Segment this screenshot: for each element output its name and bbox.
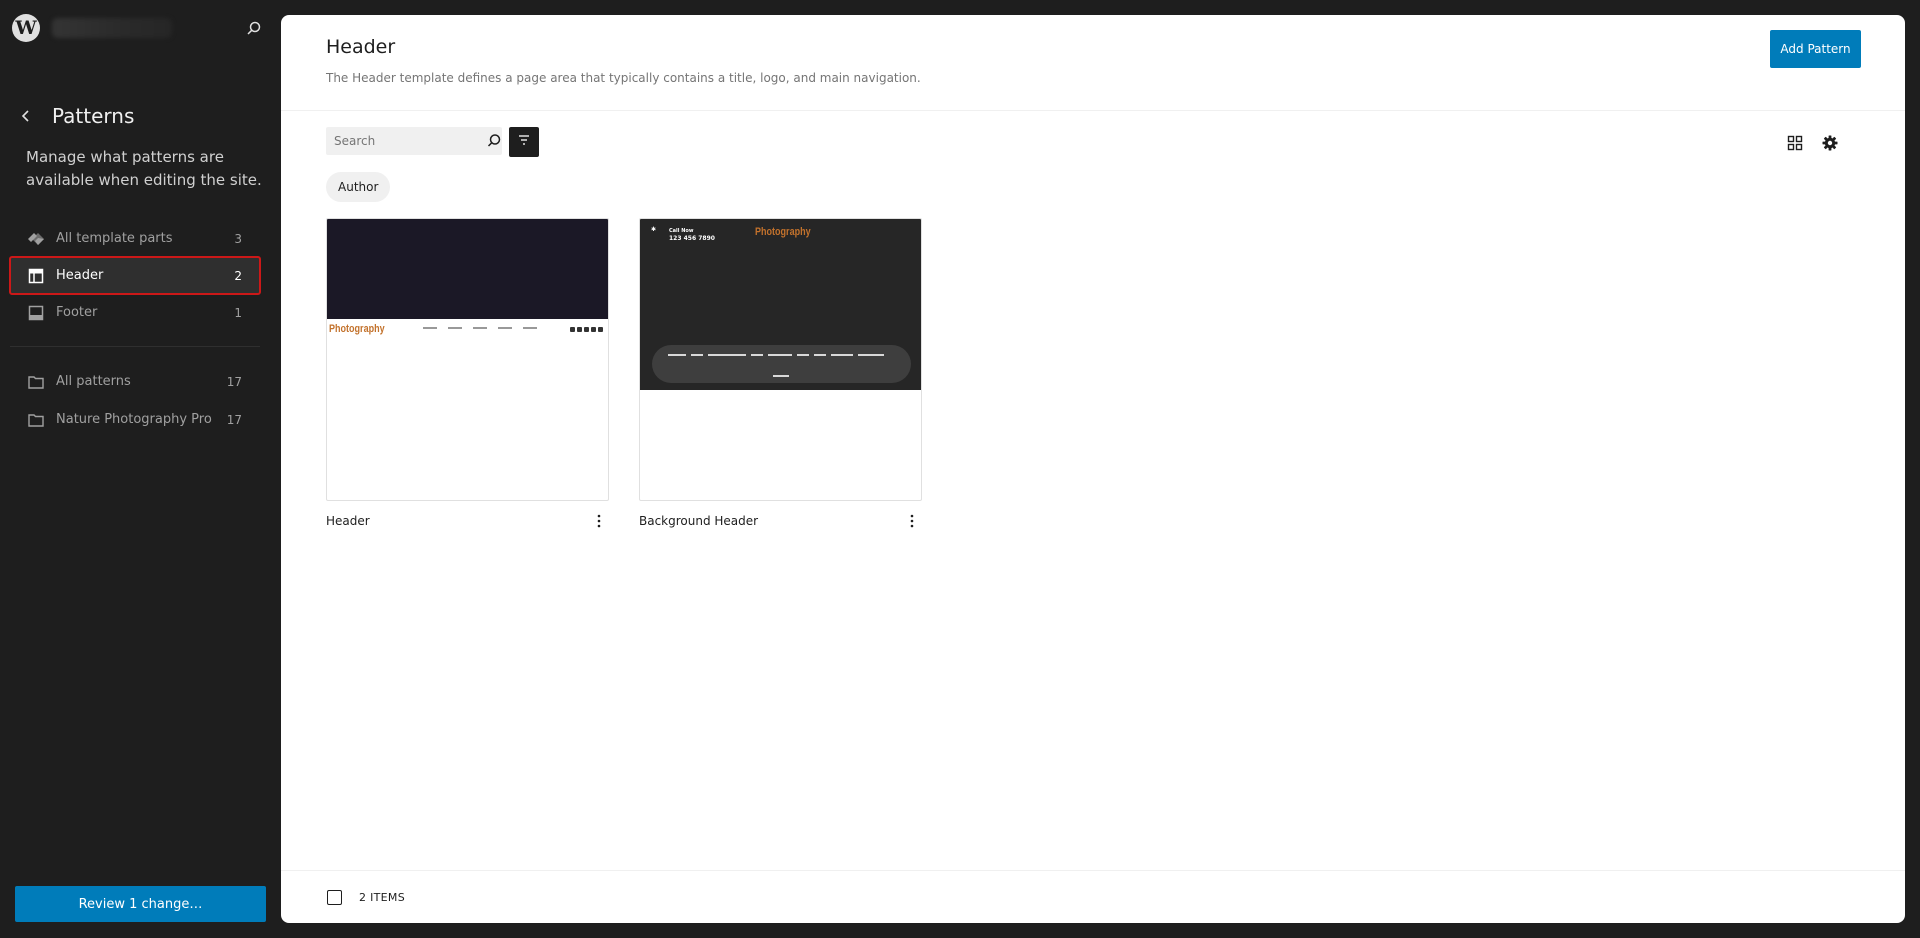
preview-menu-bar: [652, 345, 911, 383]
grid-layout-icon[interactable]: [1783, 131, 1807, 155]
review-changes-button[interactable]: Review 1 change…: [15, 886, 266, 922]
sidebar-item-count: 17: [226, 374, 242, 389]
main-panel: Header The Header template defines a pag…: [281, 15, 1905, 923]
sidebar-item-label: All template parts: [56, 231, 173, 246]
filter-button[interactable]: [509, 127, 539, 157]
select-all-checkbox[interactable]: [327, 890, 342, 905]
pattern-card: ✱ Call Now 123 456 7890 Photography Back…: [639, 218, 922, 531]
sidebar-item-count: 3: [234, 231, 242, 246]
site-name-blurred[interactable]: [52, 18, 172, 38]
folder-icon: [26, 372, 46, 392]
preview-call-text: Call Now: [669, 228, 694, 234]
more-options-icon[interactable]: [902, 511, 922, 531]
sidebar-item-all-template-parts[interactable]: All template parts 3: [10, 220, 260, 257]
author-filter-chip[interactable]: Author: [326, 172, 391, 202]
sidebar-item-all-patterns[interactable]: All patterns 17: [10, 363, 260, 400]
preview-star-icon: ✱: [651, 226, 657, 233]
folder-icon: [26, 410, 46, 430]
nav-divider: [10, 346, 260, 347]
preview-brand-text: Photography: [755, 226, 811, 238]
page-description: The Header template defines a page area …: [326, 71, 921, 85]
categories-nav: All patterns 17 Nature Photography Pro 1…: [10, 363, 260, 438]
template-parts-nav: All template parts 3 Header 2 Footer 1: [9, 220, 261, 331]
preview-brand-text: Photography: [329, 323, 385, 335]
sidebar-item-nature-photography-pro[interactable]: Nature Photography Pro 17: [10, 401, 260, 438]
sidebar-item-label: All patterns: [56, 374, 131, 389]
more-options-icon[interactable]: [589, 511, 609, 531]
search-icon: [484, 128, 504, 154]
wordpress-logo-icon[interactable]: W: [12, 14, 40, 42]
header-layout-icon: [26, 266, 46, 286]
sidebar-item-label: Nature Photography Pro: [56, 412, 212, 427]
page-title: Header: [326, 36, 396, 58]
sidebar-item-count: 1: [234, 305, 242, 320]
search-input[interactable]: [334, 134, 484, 148]
sidebar-item-label: Header: [56, 268, 104, 283]
preview-dark-band: [327, 219, 608, 319]
sidebar-title: Patterns: [52, 104, 135, 128]
diamond-icon: [26, 229, 46, 249]
pattern-card-title[interactable]: Header: [326, 514, 370, 528]
filter-icon: [516, 132, 532, 152]
main-header: Header The Header template defines a pag…: [281, 15, 1905, 111]
search-icon[interactable]: [242, 17, 266, 41]
back-chevron-icon[interactable]: [16, 104, 36, 128]
pattern-preview[interactable]: ✱ Call Now 123 456 7890 Photography: [639, 218, 922, 501]
sidebar-item-count: 2: [234, 268, 242, 283]
sidebar-item-label: Footer: [56, 305, 98, 320]
pattern-card-title[interactable]: Background Header: [639, 514, 758, 528]
footer-layout-icon: [26, 303, 46, 323]
preview-phone-text: 123 456 7890: [669, 235, 715, 242]
items-count: 2 ITEMS: [359, 891, 405, 904]
sidebar-item-count: 17: [226, 412, 242, 427]
preview-social-icons: [570, 327, 603, 332]
main-footer: 2 ITEMS: [281, 870, 1905, 923]
search-field: [326, 127, 502, 155]
sidebar-item-footer[interactable]: Footer 1: [10, 294, 260, 331]
pattern-preview[interactable]: Photography: [326, 218, 609, 501]
sidebar: W Patterns Manage what patterns are avai…: [0, 0, 280, 938]
sidebar-description: Manage what patterns are available when …: [26, 148, 262, 189]
pattern-card: Photography Header: [326, 218, 609, 531]
preview-nav-lines: [423, 327, 548, 329]
gear-icon[interactable]: [1818, 131, 1842, 155]
add-pattern-button[interactable]: Add Pattern: [1770, 30, 1861, 68]
sidebar-item-header[interactable]: Header 2: [9, 256, 261, 295]
